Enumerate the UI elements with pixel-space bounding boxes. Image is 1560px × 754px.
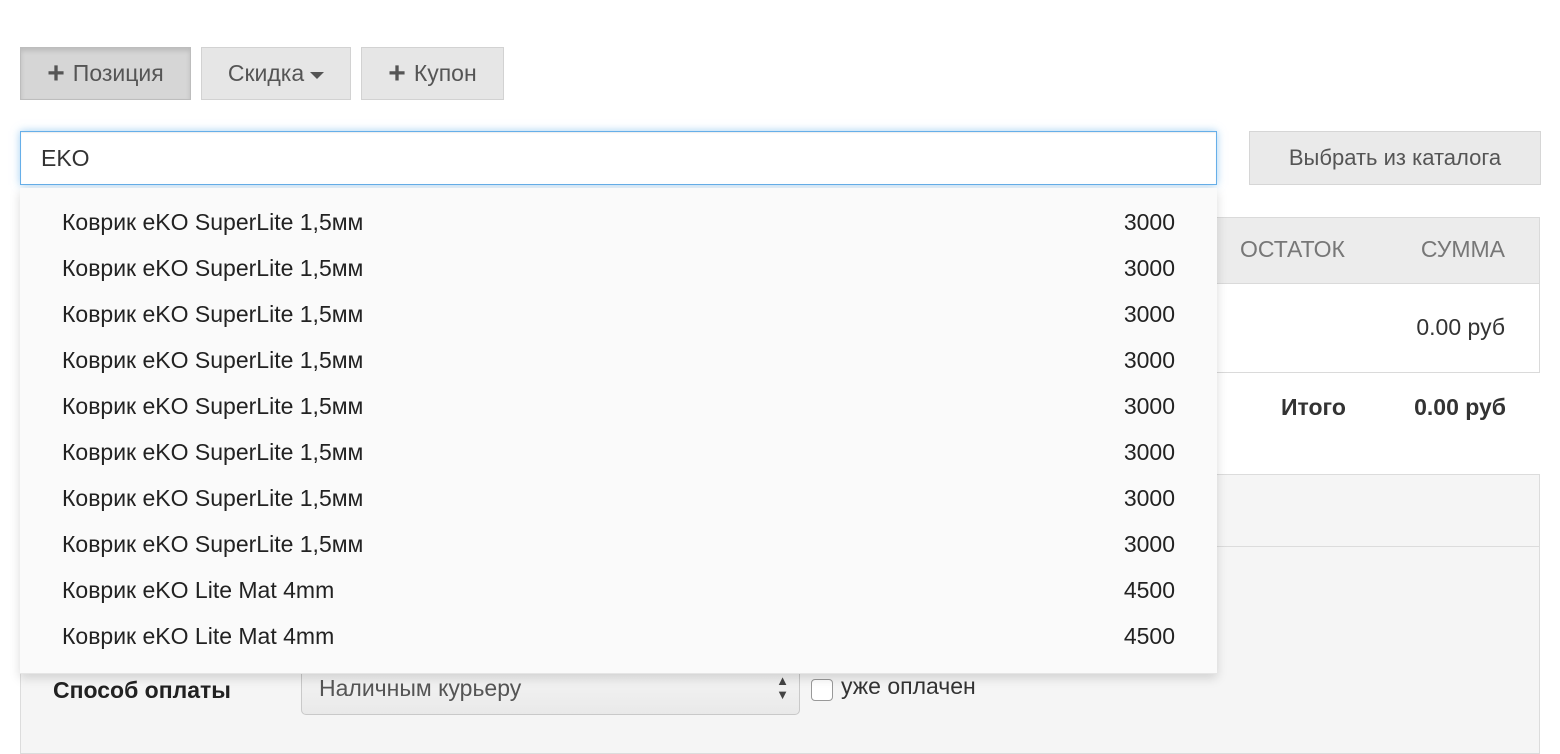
suggestion-name: Коврик eKO SuperLite 1,5мм [62,438,364,465]
suggestion-price: 3000 [1123,438,1175,465]
suggestion-name: Коврик eKO SuperLite 1,5мм [62,392,364,419]
suggestion-price: 3000 [1123,254,1175,281]
total-label: Итого [1281,394,1346,420]
suggestion-item[interactable]: Коврик eKO SuperLite 1,5мм 3000 [20,199,1217,245]
suggestion-name: Коврик eKO SuperLite 1,5мм [62,484,364,511]
suggestion-item[interactable]: Коврик eKO SuperLite 1,5мм 3000 [20,291,1217,337]
suggestion-item[interactable]: Коврик eKO SuperLite 1,5мм 3000 [20,429,1217,475]
caret-down-icon [310,72,325,79]
search-suggestions-dropdown: Коврик eKO SuperLite 1,5мм 3000 Коврик eKO… [20,188,1217,674]
column-stock: ОСТАТОК [1240,236,1345,262]
add-coupon-button[interactable]: + Купон [361,47,504,100]
already-paid-label[interactable]: уже оплачен [841,673,976,700]
discount-label: Скидка [227,60,305,86]
suggestion-name: Коврик eKO SuperLite 1,5мм [62,346,364,373]
plus-icon: + [47,56,65,90]
suggestion-item[interactable]: Коврик eKO Lite Mat 4mm 4500 [20,613,1217,659]
table-header: ОСТАТОК СУММА [1215,217,1540,284]
discount-dropdown-button[interactable]: Скидка [201,47,351,100]
suggestion-price: 3000 [1123,484,1175,511]
suggestion-price: 3000 [1123,208,1175,235]
suggestion-name: Коврик eKO SuperLite 1,5мм [62,530,364,557]
coupon-label: Купон [413,60,477,86]
suggestion-price: 3000 [1123,346,1175,373]
add-position-button[interactable]: + Позиция [20,47,191,100]
suggestion-item[interactable]: Коврик eKO SuperLite 1,5мм 3000 [20,383,1217,429]
suggestion-price: 3000 [1123,300,1175,327]
plus-icon: + [388,56,406,90]
select-arrows-icon: ▲ ▼ [776,673,789,702]
suggestion-name: Коврик eKO Lite Mat 4mm [62,576,335,603]
suggestions-list: Коврик eKO SuperLite 1,5мм 3000 Коврик eKO… [20,188,1217,659]
table-row: 0.00 руб [1215,284,1540,373]
product-search-input[interactable] [20,131,1217,185]
payment-method-label: Способ оплаты [53,677,231,703]
already-paid-checkbox[interactable] [811,679,833,701]
column-sum: СУММА [1420,236,1505,262]
suggestion-name: Коврик eKO Lite Mat 4mm [62,622,335,649]
suggestion-price: 4500 [1123,576,1175,603]
suggestion-item[interactable]: Коврик eKO SuperLite 1,5мм 3000 [20,337,1217,383]
suggestion-item[interactable]: Коврик eKO Lite Mat 4mm 4500 [20,567,1217,613]
suggestion-name: Коврик eKO SuperLite 1,5мм [62,254,364,281]
total-value: 0.00 руб [1414,394,1506,420]
suggestion-item[interactable]: Коврик eKO SuperLite 1,5мм 3000 [20,475,1217,521]
suggestion-item[interactable]: Коврик eKO SuperLite 1,5мм 3000 [20,245,1217,291]
payment-method-value: Наличным курьеру [319,674,522,701]
choose-from-catalog-button[interactable]: Выбрать из каталога [1249,131,1541,185]
suggestion-name: Коврик eKO SuperLite 1,5мм [62,300,364,327]
suggestion-price: 3000 [1123,530,1175,557]
row-amount: 0.00 руб [1416,314,1505,340]
suggestion-name: Коврик eKO SuperLite 1,5мм [62,208,364,235]
suggestion-price: 4500 [1123,622,1175,649]
suggestion-price: 3000 [1123,392,1175,419]
add-position-label: Позиция [72,60,164,86]
suggestion-item[interactable]: Коврик eKO SuperLite 1,5мм 3000 [20,521,1217,567]
